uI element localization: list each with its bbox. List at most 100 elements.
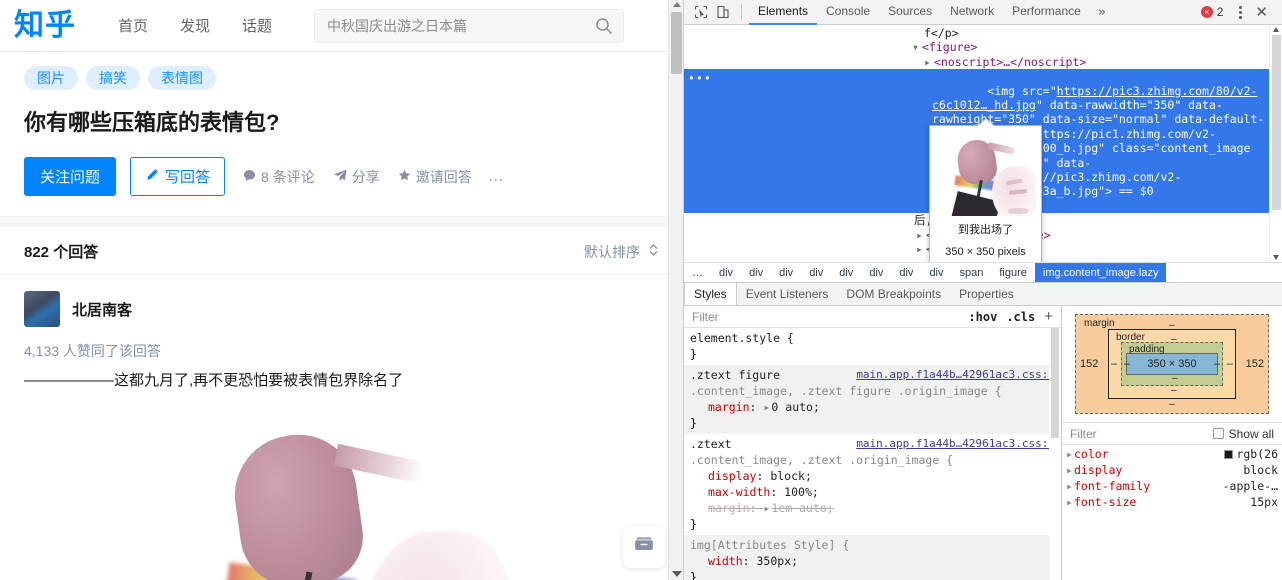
cls-toggle[interactable]: .cls bbox=[1006, 310, 1035, 324]
box-model-margin-right[interactable]: 152 bbox=[1246, 358, 1264, 370]
search-input[interactable] bbox=[315, 17, 624, 34]
search-icon[interactable] bbox=[595, 17, 613, 35]
tab-event-listeners[interactable]: Event Listeners bbox=[737, 283, 838, 305]
breadcrumb-item[interactable]: div bbox=[891, 263, 921, 282]
computed-prop-name[interactable]: font-size bbox=[1074, 494, 1136, 510]
tab-properties[interactable]: Properties bbox=[950, 283, 1023, 305]
tab-console[interactable]: Console bbox=[817, 0, 879, 25]
device-toolbar-icon[interactable] bbox=[712, 3, 734, 22]
nav-item-home[interactable]: 首页 bbox=[102, 9, 164, 42]
expand-arrow-icon[interactable]: ▸ bbox=[1066, 494, 1074, 510]
css-prop-name[interactable]: display bbox=[708, 469, 756, 483]
css-selector[interactable]: img[Attributes Style] { bbox=[690, 538, 849, 552]
dom-node-menu-icon[interactable]: ••• bbox=[688, 71, 712, 85]
search-box[interactable] bbox=[314, 8, 625, 43]
box-model-padding-bottom[interactable]: ‒ bbox=[1172, 373, 1178, 384]
show-all-toggle[interactable]: Show all bbox=[1212, 427, 1274, 441]
box-model-padding-left[interactable]: ‒ bbox=[1124, 358, 1130, 370]
computed-prop-name[interactable]: color bbox=[1074, 446, 1109, 462]
computed-property-row[interactable]: ▸ font-family -apple-… bbox=[1062, 478, 1282, 494]
computed-property-row[interactable]: ▸ font-size 15px bbox=[1062, 494, 1282, 510]
invite-answer-action[interactable]: 邀请回答 bbox=[398, 167, 472, 187]
dom-line[interactable]: f</p> bbox=[684, 26, 1282, 40]
css-declaration[interactable]: width: 350px; bbox=[690, 553, 1055, 569]
css-rule[interactable]: main.app.f1a44b…42961ac3.css:1 .ztext fi… bbox=[684, 365, 1061, 434]
css-prop-value[interactable]: 1em auto; bbox=[771, 501, 833, 515]
breadcrumb-item[interactable]: div bbox=[771, 263, 801, 282]
inspect-cursor-icon[interactable] bbox=[690, 3, 712, 22]
box-model-padding[interactable]: padding ‒ ‒ ‒ 350 × 350 bbox=[1121, 342, 1223, 386]
breadcrumb-item[interactable]: div bbox=[741, 263, 771, 282]
css-rule[interactable]: element.style { } bbox=[684, 328, 1061, 365]
breadcrumb-item[interactable]: figure bbox=[991, 263, 1035, 282]
zhihu-logo[interactable]: 知乎 bbox=[14, 10, 76, 41]
breadcrumb-item[interactable]: div bbox=[831, 263, 861, 282]
breadcrumb-item[interactable]: span bbox=[952, 263, 992, 282]
scrollbar-thumb[interactable] bbox=[671, 12, 682, 74]
css-prop-name[interactable]: max-width bbox=[708, 485, 770, 499]
breadcrumb-item[interactable]: div bbox=[861, 263, 891, 282]
color-swatch-icon[interactable] bbox=[1224, 450, 1234, 459]
css-declaration[interactable]: margin: ▸0 auto; bbox=[690, 399, 1055, 415]
box-model-margin-left[interactable]: 152 bbox=[1080, 358, 1098, 370]
breadcrumb-item-selected[interactable]: img.content_image.lazy bbox=[1034, 263, 1167, 282]
css-source-link[interactable]: main.app.f1a44b…42961ac3.css:1 bbox=[856, 436, 1055, 452]
kebab-menu-icon[interactable] bbox=[1231, 5, 1249, 19]
breadcrumb-item[interactable]: div bbox=[711, 263, 741, 282]
css-prop-value[interactable]: 0 auto; bbox=[771, 400, 819, 414]
topic-tag[interactable]: 图片 bbox=[24, 66, 78, 90]
sort-selector[interactable]: 默认排序 bbox=[584, 242, 659, 262]
avatar[interactable] bbox=[24, 291, 60, 327]
tab-dom-breakpoints[interactable]: DOM Breakpoints bbox=[837, 283, 950, 305]
archive-box-button[interactable] bbox=[623, 526, 665, 568]
nav-item-explore[interactable]: 发现 bbox=[164, 9, 226, 42]
close-icon[interactable]: ✕ bbox=[1251, 3, 1276, 21]
computed-prop-name[interactable]: font-family bbox=[1074, 478, 1150, 494]
expand-arrow-icon[interactable]: ▸ bbox=[1066, 446, 1074, 462]
css-selector[interactable]: .ztext bbox=[690, 437, 732, 451]
box-model-border-bottom[interactable]: ‒ bbox=[1171, 385, 1177, 396]
css-selector-rest[interactable]: .content_image, .ztext figure .origin_im… bbox=[690, 384, 1002, 398]
new-style-rule-button[interactable]: + bbox=[1044, 308, 1053, 325]
checkbox-icon[interactable] bbox=[1212, 428, 1224, 439]
share-action[interactable]: 分享 bbox=[333, 167, 380, 187]
styles-filter-input[interactable]: Filter bbox=[692, 310, 719, 324]
css-selector-rest[interactable]: .content_image, .ztext .origin_image { bbox=[690, 453, 953, 467]
dom-line[interactable]: ▸ <noscript>…</noscript> bbox=[684, 55, 1282, 69]
css-source-link[interactable]: main.app.f1a44b…42961ac3.css:1 bbox=[856, 367, 1055, 383]
box-model-content[interactable]: 350 × 350 bbox=[1126, 353, 1218, 375]
css-prop-value[interactable]: 350px; bbox=[756, 554, 798, 568]
more-tabs-button[interactable]: » bbox=[1090, 0, 1114, 25]
css-prop-name[interactable]: margin bbox=[708, 400, 750, 414]
topic-tag[interactable]: 表情图 bbox=[148, 66, 216, 90]
tab-performance[interactable]: Performance bbox=[1003, 0, 1090, 25]
css-selector[interactable]: .ztext figure bbox=[690, 368, 780, 382]
box-model-border[interactable]: border ‒ ‒ ‒ ‒ padding ‒ ‒ ‒ 350 × 350 bbox=[1108, 329, 1236, 399]
breadcrumb-item[interactable]: … bbox=[684, 263, 711, 282]
nav-item-topics[interactable]: 话题 bbox=[226, 9, 288, 42]
scroll-down-arrow-icon[interactable] bbox=[672, 571, 682, 577]
css-selector[interactable]: element.style { bbox=[690, 331, 794, 345]
expand-arrow-icon[interactable]: ▸ bbox=[1066, 478, 1074, 494]
content-image[interactable] bbox=[166, 411, 517, 580]
follow-question-button[interactable]: 关注问题 bbox=[24, 157, 117, 196]
expand-arrow-icon[interactable]: ▸ bbox=[1066, 462, 1074, 478]
dom-tree[interactable]: f</p> ▾ <figure> ▸ <noscript>…</noscript> … bbox=[684, 25, 1282, 262]
css-prop-name[interactable]: width bbox=[708, 554, 743, 568]
page-scrollbar[interactable] bbox=[668, 0, 683, 580]
box-model-border-right[interactable]: ‒ bbox=[1227, 358, 1233, 370]
scroll-up-arrow-icon[interactable] bbox=[673, 2, 681, 7]
answer-author[interactable]: 北居南客 bbox=[24, 291, 659, 327]
css-rule[interactable]: img[Attributes Style] { width: 350px; } bbox=[684, 535, 1061, 580]
css-declaration[interactable]: max-width: 100%; bbox=[690, 484, 1055, 500]
scroll-down-arrow-icon[interactable] bbox=[1273, 255, 1279, 260]
tab-styles[interactable]: Styles bbox=[684, 283, 737, 305]
box-model-margin[interactable]: margin ‒ 152 152 ‒ border ‒ ‒ ‒ ‒ paddin… bbox=[1075, 314, 1269, 414]
styles-scrollbar[interactable] bbox=[1049, 328, 1061, 580]
computed-filter-input[interactable]: Filter bbox=[1070, 427, 1097, 441]
hov-toggle[interactable]: :hov bbox=[968, 310, 997, 324]
scrollbar-thumb[interactable] bbox=[1272, 35, 1281, 210]
box-model-margin-bottom[interactable]: ‒ bbox=[1169, 399, 1175, 410]
error-count-badge[interactable]: × 2 bbox=[1200, 5, 1230, 19]
more-actions-button[interactable]: … bbox=[488, 168, 506, 186]
